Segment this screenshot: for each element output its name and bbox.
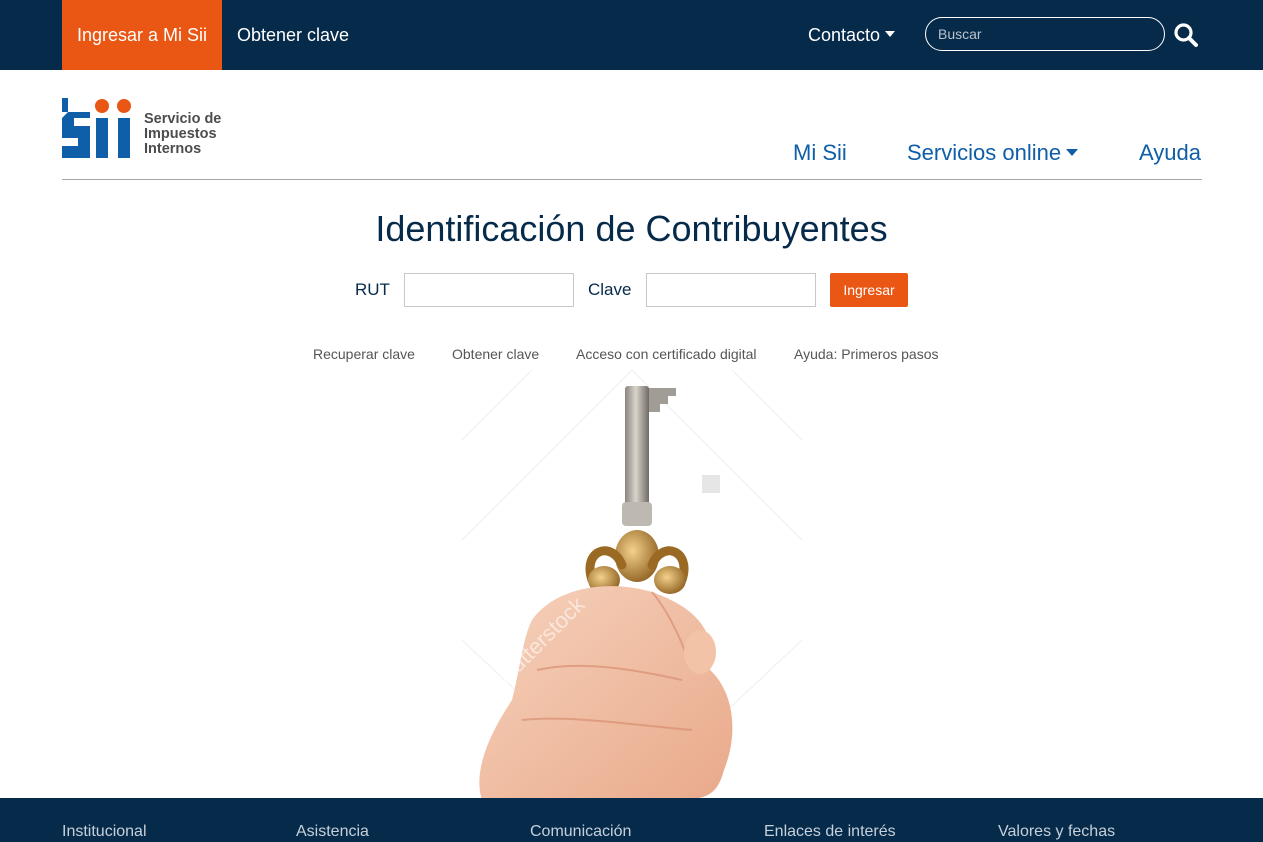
footer-col-institucional[interactable]: Institucional	[62, 823, 147, 841]
logo-line: Impuestos	[144, 126, 217, 142]
footer-col-enlaces[interactable]: Enlaces de interés	[764, 823, 896, 841]
clave-label: Clave	[588, 280, 632, 299]
search-input[interactable]	[925, 17, 1165, 51]
nav-mi-sii[interactable]: Mi Sii	[793, 140, 847, 166]
rut-input[interactable]	[404, 273, 574, 307]
contacto-dropdown[interactable]: Contacto	[808, 0, 896, 70]
top-bar: Ingresar a Mi Sii Obtener clave Contacto	[0, 0, 1263, 70]
nav-ayuda[interactable]: Ayuda	[1139, 140, 1201, 166]
header-divider	[62, 179, 1202, 180]
footer-col-valores[interactable]: Valores y fechas	[998, 823, 1115, 841]
page-title: Identificación de Contribuyentes	[375, 208, 888, 249]
obtener-clave-link[interactable]: Obtener clave	[237, 0, 349, 70]
search-icon[interactable]	[1173, 22, 1199, 48]
nav-servicios-label: Servicios online	[907, 140, 1062, 165]
footer-col-asistencia[interactable]: Asistencia	[296, 823, 369, 841]
recuperar-clave-link[interactable]: Recuperar clave	[313, 346, 415, 362]
caret-down-icon	[1066, 148, 1079, 156]
logo-line: Servicio de	[144, 111, 222, 127]
certificado-digital-link[interactable]: Acceso con certificado digital	[576, 346, 757, 362]
login-misii-button[interactable]: Ingresar a Mi Sii	[62, 0, 222, 70]
contacto-label: Contacto	[808, 25, 881, 45]
obtener-clave-link[interactable]: Obtener clave	[452, 346, 539, 362]
nav-servicios-online[interactable]: Servicios online	[907, 140, 1079, 166]
ingresar-button[interactable]: Ingresar	[830, 273, 908, 307]
hand-holding-key-image: shutterstock	[462, 370, 802, 800]
logo-line: Internos	[144, 141, 202, 157]
clave-input[interactable]	[646, 273, 816, 307]
caret-down-icon	[885, 31, 896, 38]
rut-label: RUT	[355, 280, 390, 299]
primeros-pasos-link[interactable]: Ayuda: Primeros pasos	[794, 346, 938, 362]
footer-col-comunicacion[interactable]: Comunicación	[530, 823, 631, 841]
logo-text: Servicio de Impuestos Internos	[144, 112, 221, 157]
